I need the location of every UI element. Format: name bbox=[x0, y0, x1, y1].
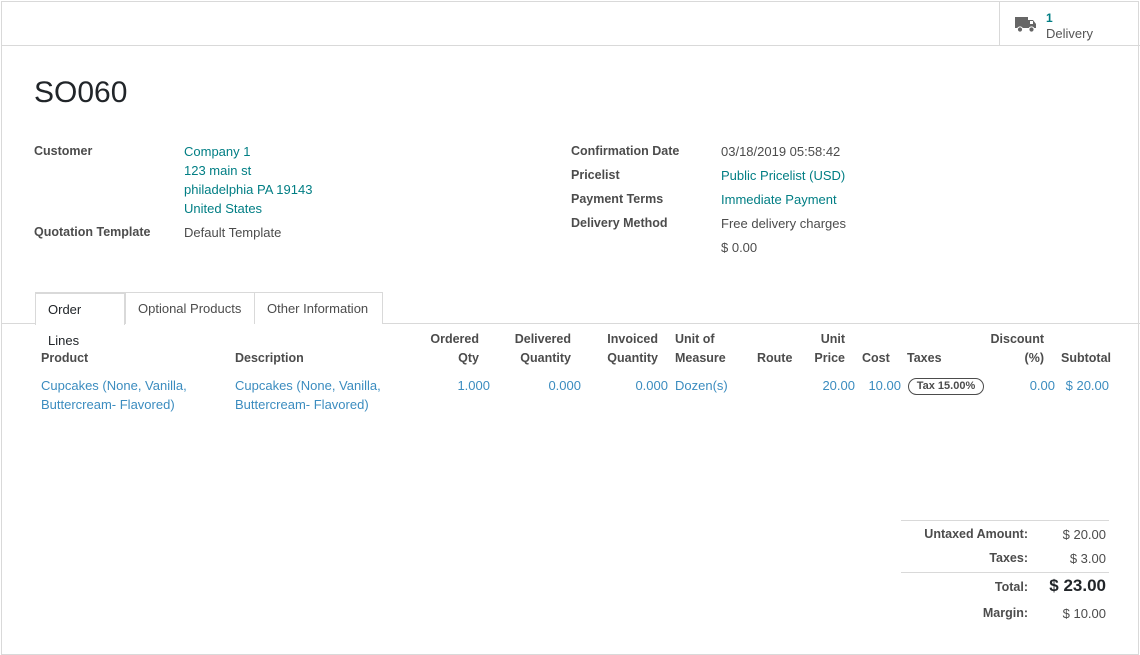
line-cost[interactable]: 10.00 bbox=[857, 376, 901, 395]
delivery-method-label: Delivery Method bbox=[571, 216, 668, 230]
col-price-line2: Price bbox=[814, 351, 845, 365]
line-ordered-qty[interactable]: 1.000 bbox=[422, 376, 490, 395]
tab-optional-products[interactable]: Optional Products bbox=[125, 292, 255, 324]
col-price-line1: Unit bbox=[820, 332, 845, 346]
tab-other-information[interactable]: Other Information bbox=[254, 292, 383, 324]
payment-terms-label: Payment Terms bbox=[571, 192, 664, 206]
line-product[interactable]: Cupcakes (None, Vanilla, Buttercream- Fl… bbox=[41, 376, 187, 414]
page-title: SO060 bbox=[34, 76, 128, 109]
line-description-line2: Buttercream- Flavored) bbox=[235, 397, 369, 412]
margin-label: Margin: bbox=[982, 606, 1028, 620]
col-discount-line2: (%) bbox=[1024, 351, 1044, 365]
total-label: Total: bbox=[994, 580, 1028, 594]
truck-icon bbox=[1015, 16, 1037, 36]
line-subtotal: $ 20.00 bbox=[1065, 378, 1109, 393]
total-value: $ 23.00 bbox=[1049, 576, 1106, 595]
line-unit-price[interactable]: 20.00 bbox=[802, 376, 855, 395]
col-invoiced-line1: Invoiced bbox=[607, 332, 658, 346]
untaxed-amount-value: $ 20.00 bbox=[1062, 527, 1106, 542]
col-delivered-line2: Quantity bbox=[520, 351, 571, 365]
pricelist-link[interactable]: Public Pricelist (USD) bbox=[721, 168, 845, 183]
line-delivered-qty[interactable]: 0.000 bbox=[502, 376, 581, 395]
customer-label: Customer bbox=[34, 144, 93, 158]
delivery-method-value: Free delivery charges bbox=[721, 216, 846, 231]
payment-terms-link[interactable]: Immediate Payment bbox=[721, 192, 837, 207]
col-discount-line1: Discount bbox=[990, 332, 1044, 346]
confirmation-date-value: 03/18/2019 05:58:42 bbox=[721, 144, 841, 159]
quotation-template-value[interactable]: Default Template bbox=[184, 225, 281, 240]
delivery-count: 1 bbox=[1046, 11, 1053, 25]
tax-badge[interactable]: Tax 15.00% bbox=[908, 378, 984, 395]
customer-country: United States bbox=[184, 201, 263, 216]
col-route[interactable]: Route bbox=[757, 349, 792, 368]
taxes-value: $ 3.00 bbox=[1069, 551, 1106, 566]
confirmation-date-label: Confirmation Date bbox=[571, 144, 680, 158]
taxes-label: Taxes: bbox=[989, 551, 1028, 565]
col-invoiced-line2: Quantity bbox=[607, 351, 658, 365]
customer-city: philadelphia PA 19143 bbox=[184, 182, 313, 197]
customer-street: 123 main st bbox=[184, 163, 252, 178]
line-description[interactable]: Cupcakes (None, Vanilla, Buttercream- Fl… bbox=[235, 376, 381, 414]
col-cost[interactable]: Cost bbox=[862, 349, 890, 368]
col-subtotal[interactable]: Subtotal bbox=[1052, 349, 1111, 368]
col-uom[interactable]: Unit of Measure bbox=[675, 330, 726, 368]
notebook-tabs: Order Lines Optional Products Other Info… bbox=[2, 292, 1140, 348]
margin-value: $ 10.00 bbox=[1062, 606, 1106, 621]
col-ordered-line1: Ordered bbox=[430, 332, 479, 346]
col-discount[interactable]: Discount (%) bbox=[974, 330, 1044, 368]
button-box: 1 Delivery bbox=[2, 2, 1140, 46]
col-uom-line2: Measure bbox=[675, 351, 726, 365]
col-delivered-line1: Delivered bbox=[514, 332, 571, 346]
totals-divider-top bbox=[901, 520, 1109, 521]
col-unit-price[interactable]: Unit Price bbox=[802, 330, 845, 368]
tab-order-lines[interactable]: Order Lines bbox=[35, 292, 125, 348]
col-uom-line1: Unit of bbox=[675, 332, 715, 346]
delivery-smart-button[interactable]: 1 Delivery bbox=[999, 2, 1140, 46]
line-description-line1: Cupcakes (None, Vanilla, bbox=[235, 378, 381, 393]
delivery-label: Delivery bbox=[1046, 26, 1093, 41]
col-invoiced-qty[interactable]: Invoiced Quantity bbox=[582, 330, 658, 368]
col-product[interactable]: Product bbox=[41, 349, 88, 368]
line-product-line2: Buttercream- Flavored) bbox=[41, 397, 175, 412]
col-description[interactable]: Description bbox=[235, 349, 304, 368]
customer-link[interactable]: Company 1 bbox=[184, 144, 250, 159]
totals-divider-total bbox=[901, 572, 1109, 573]
line-uom[interactable]: Dozen(s) bbox=[675, 376, 728, 395]
col-delivered-qty[interactable]: Delivered Quantity bbox=[492, 330, 571, 368]
untaxed-amount-label: Untaxed Amount: bbox=[924, 527, 1028, 541]
pricelist-label: Pricelist bbox=[571, 168, 620, 182]
line-product-line1: Cupcakes (None, Vanilla, bbox=[41, 378, 187, 393]
delivery-price: $ 0.00 bbox=[721, 240, 758, 255]
sale-order-form: 1 Delivery SO060 Customer Company 1 123 … bbox=[1, 1, 1140, 655]
col-ordered-line2: Qty bbox=[458, 351, 479, 365]
col-taxes[interactable]: Taxes bbox=[907, 349, 942, 368]
line-discount[interactable]: 0.00 bbox=[992, 376, 1055, 395]
col-ordered-qty[interactable]: Ordered Qty bbox=[402, 330, 479, 368]
quotation-template-label: Quotation Template bbox=[34, 225, 151, 239]
line-invoiced-qty[interactable]: 0.000 bbox=[592, 376, 668, 395]
